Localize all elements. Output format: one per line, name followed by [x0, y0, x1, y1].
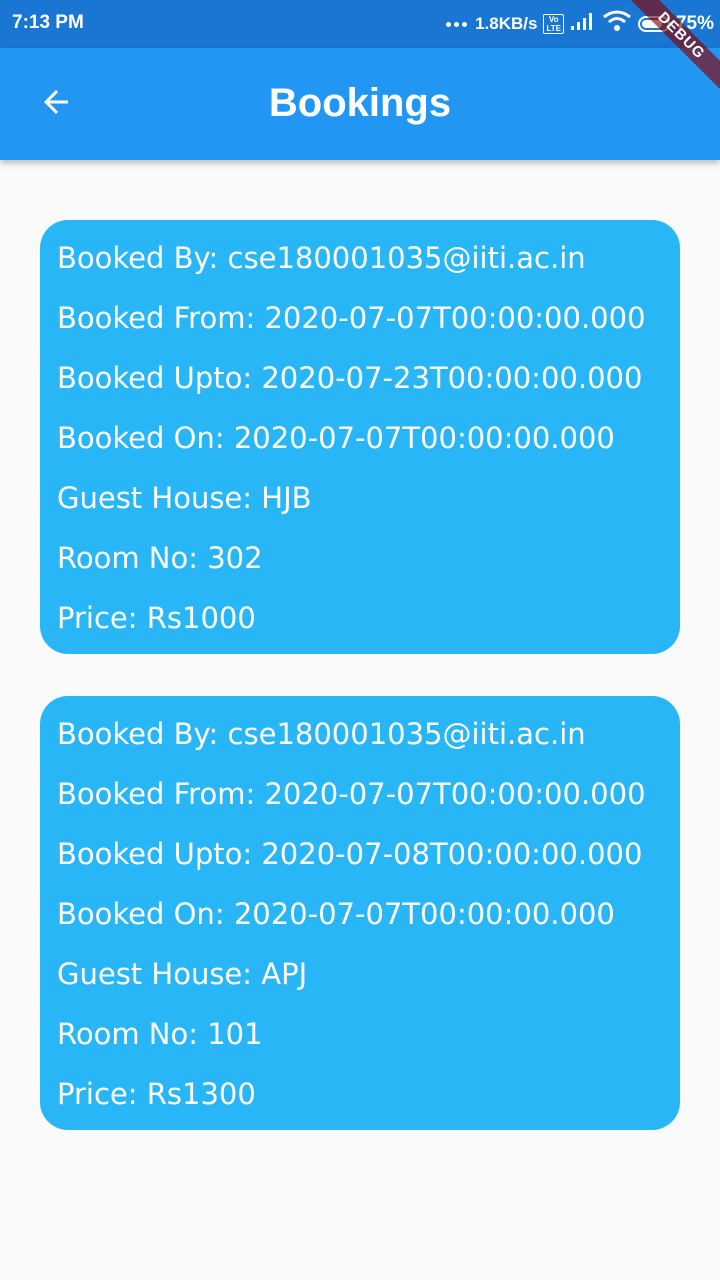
booked-from-value: 2020-07-07T00:00:00.000 [264, 301, 646, 335]
booked-from-line: Booked From: 2020-07-07T00:00:00.000 [57, 298, 663, 338]
booked-by-value: cse180001035@iiti.ac.in [227, 241, 586, 275]
status-indicators: 1.8KB/s Vo LTE 75% [446, 10, 714, 38]
price-label: Price: [57, 1077, 147, 1111]
guest-house-line: Guest House: APJ [57, 954, 663, 994]
booked-upto-line: Booked Upto: 2020-07-08T00:00:00.000 [57, 834, 663, 874]
guest-house-label: Guest House: [57, 957, 262, 991]
price-value: Rs1300 [146, 1077, 256, 1111]
price-value: Rs1000 [146, 601, 256, 635]
booked-on-line: Booked On: 2020-07-07T00:00:00.000 [57, 418, 663, 458]
status-bar: 7:13 PM 1.8KB/s Vo LTE 75% [0, 0, 720, 48]
room-no-label: Room No: [57, 541, 208, 575]
booked-from-line: Booked From: 2020-07-07T00:00:00.000 [57, 774, 663, 814]
page-title: Bookings [268, 81, 452, 125]
booked-by-line: Booked By: cse180001035@iiti.ac.in [57, 714, 663, 754]
bookings-list: Booked By: cse180001035@iiti.ac.in Booke… [40, 220, 680, 1172]
app-bar: Bookings [0, 48, 720, 160]
network-speed: 1.8KB/s [475, 14, 538, 33]
price-line: Price: Rs1300 [57, 1074, 663, 1114]
booked-from-label: Booked From: [57, 777, 265, 811]
booked-by-line: Booked By: cse180001035@iiti.ac.in [57, 238, 663, 278]
price-label: Price: [57, 601, 147, 635]
booked-on-line: Booked On: 2020-07-07T00:00:00.000 [57, 894, 663, 934]
volte-icon: Vo LTE [543, 14, 564, 34]
guest-house-label: Guest House: [57, 481, 262, 515]
booking-card[interactable]: Booked By: cse180001035@iiti.ac.in Booke… [40, 220, 680, 654]
booked-from-value: 2020-07-07T00:00:00.000 [264, 777, 646, 811]
booking-card[interactable]: Booked By: cse180001035@iiti.ac.in Booke… [40, 696, 680, 1130]
booked-upto-label: Booked Upto: [57, 361, 262, 395]
price-line: Price: Rs1000 [57, 598, 663, 638]
status-time: 7:13 PM [12, 12, 84, 33]
room-no-line: Room No: 101 [57, 1014, 663, 1054]
room-no-value: 302 [207, 541, 263, 575]
wifi-icon [602, 10, 632, 38]
booked-by-label: Booked By: [57, 241, 228, 275]
booked-on-label: Booked On: [57, 421, 234, 455]
guest-house-line: Guest House: HJB [57, 478, 663, 518]
booked-on-value: 2020-07-07T00:00:00.000 [233, 897, 615, 931]
room-no-line: Room No: 302 [57, 538, 663, 578]
booked-upto-line: Booked Upto: 2020-07-23T00:00:00.000 [57, 358, 663, 398]
booked-upto-value: 2020-07-23T00:00:00.000 [261, 361, 643, 395]
room-no-label: Room No: [57, 1017, 208, 1051]
booked-upto-label: Booked Upto: [57, 837, 262, 871]
booked-from-label: Booked From: [57, 301, 265, 335]
booked-upto-value: 2020-07-08T00:00:00.000 [261, 837, 643, 871]
booked-by-value: cse180001035@iiti.ac.in [227, 717, 586, 751]
guest-house-value: HJB [261, 481, 312, 515]
booked-on-value: 2020-07-07T00:00:00.000 [233, 421, 615, 455]
room-no-value: 101 [207, 1017, 263, 1051]
battery-icon [637, 16, 670, 32]
guest-house-value: APJ [261, 957, 308, 991]
signal-icon [570, 12, 596, 36]
more-notifications-icon [446, 21, 468, 27]
booked-on-label: Booked On: [57, 897, 234, 931]
battery-percent: 75% [675, 13, 714, 34]
booked-by-label: Booked By: [57, 717, 228, 751]
